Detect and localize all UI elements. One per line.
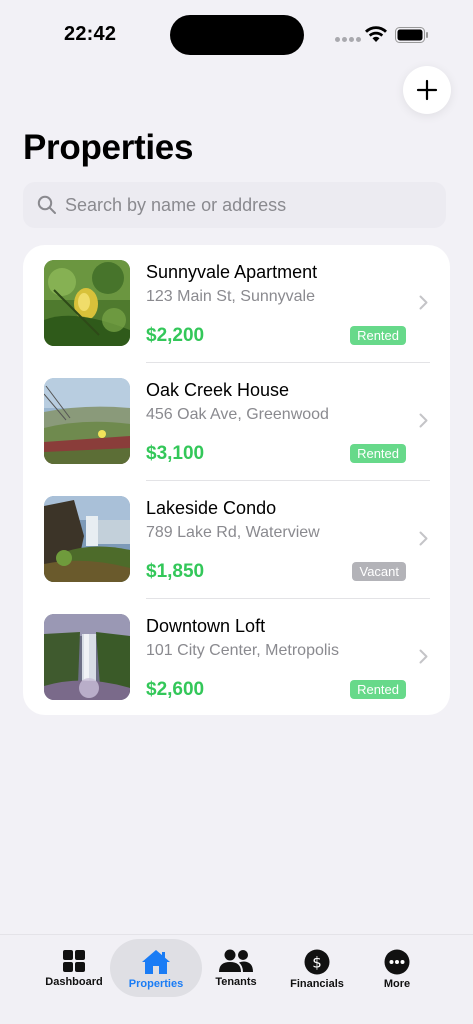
property-rent: $2,600 — [146, 679, 205, 700]
property-name: Downtown Loft — [146, 616, 266, 636]
search-placeholder: Search by name or address — [65, 195, 287, 215]
status-bar: 22:42 — [0, 0, 473, 64]
property-rent: $1,850 — [146, 561, 205, 582]
status-badge: Rented — [350, 326, 406, 345]
tab-label: Tenants — [215, 976, 257, 988]
tab-more[interactable]: More — [351, 939, 443, 997]
status-badge: Rented — [350, 680, 406, 699]
svg-text:$: $ — [312, 954, 322, 972]
status-time: 22:42 — [64, 23, 117, 45]
house-icon — [142, 950, 170, 974]
property-address: 101 City Center, Metropolis — [146, 642, 339, 659]
property-address: 456 Oak Ave, Greenwood — [146, 406, 329, 423]
property-photo — [44, 496, 130, 582]
tab-tenants[interactable]: Tenants — [190, 939, 282, 997]
page-title: Properties — [23, 128, 194, 167]
people-icon — [219, 949, 253, 972]
property-row[interactable]: Oak Creek House 456 Oak Ave, Greenwood $… — [23, 363, 450, 481]
cellular-signal-icon — [335, 37, 361, 42]
dynamic-island — [170, 15, 304, 55]
status-badge: Rented — [350, 444, 406, 463]
search-input[interactable]: Search by name or address — [23, 182, 446, 228]
property-address: 123 Main St, Sunnyvale — [146, 288, 315, 305]
property-name: Lakeside Condo — [146, 498, 277, 518]
grid-icon — [63, 950, 85, 972]
tab-financials[interactable]: $ Financials — [271, 939, 363, 997]
tab-properties[interactable]: Properties — [110, 939, 202, 997]
add-property-button[interactable] — [403, 66, 451, 114]
property-row[interactable]: Sunnyvale Apartment 123 Main St, Sunnyva… — [23, 245, 450, 363]
status-badge: Vacant — [352, 562, 406, 581]
ellipsis-circle-icon — [384, 949, 410, 975]
plus-icon — [416, 79, 438, 101]
property-photo — [44, 378, 130, 464]
property-row[interactable]: Lakeside Condo 789 Lake Rd, Waterview $1… — [23, 481, 450, 599]
tab-label: Financials — [290, 978, 344, 990]
search-icon — [37, 195, 56, 214]
tab-label: Properties — [128, 978, 184, 990]
property-name: Oak Creek House — [146, 380, 290, 400]
tab-label: More — [383, 978, 411, 990]
property-rent: $2,200 — [146, 325, 205, 346]
property-photo — [44, 614, 130, 700]
property-photo — [44, 260, 130, 346]
property-rent: $3,100 — [146, 443, 205, 464]
property-address: 789 Lake Rd, Waterview — [146, 524, 320, 541]
tab-label: Dashboard — [45, 976, 103, 988]
tab-dashboard[interactable]: Dashboard — [28, 939, 120, 997]
dollar-circle-icon: $ — [304, 949, 330, 975]
chevron-right-icon — [419, 531, 428, 546]
wifi-icon — [365, 26, 387, 42]
chevron-right-icon — [419, 295, 428, 310]
property-row[interactable]: Downtown Loft 101 City Center, Metropoli… — [23, 599, 450, 717]
chevron-right-icon — [419, 413, 428, 428]
property-list: Sunnyvale Apartment 123 Main St, Sunnyva… — [23, 245, 450, 715]
tab-bar: Dashboard Properties Tenants $ Financial… — [0, 934, 473, 1024]
property-name: Sunnyvale Apartment — [146, 262, 318, 282]
chevron-right-icon — [419, 649, 428, 664]
battery-icon — [395, 27, 428, 43]
